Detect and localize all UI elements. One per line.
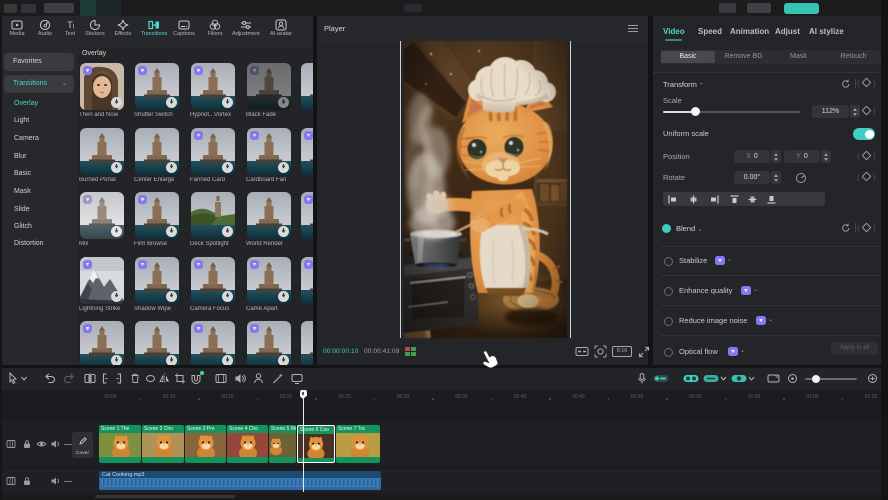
svg-text:I: I [73, 25, 75, 31]
